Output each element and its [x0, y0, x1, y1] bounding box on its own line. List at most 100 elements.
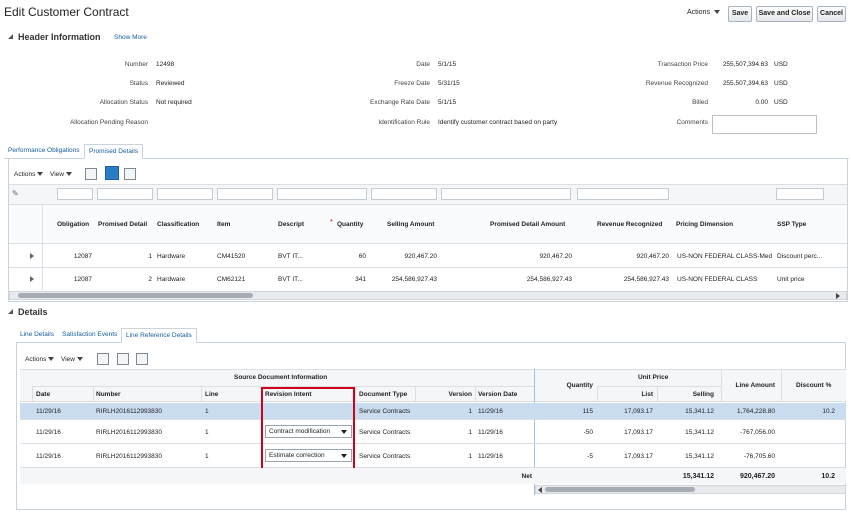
promised-view-menu[interactable]: View — [50, 171, 72, 178]
cancel-button[interactable]: Cancel — [817, 6, 846, 22]
cell-version: 1 — [468, 429, 472, 436]
col-description[interactable]: Descript — [278, 221, 304, 228]
scroll-right-icon[interactable] — [836, 293, 840, 299]
cell-description: BVT IT... — [278, 276, 303, 283]
cell-date: 11/29/16 — [36, 408, 61, 415]
query-by-example-icon[interactable] — [117, 353, 129, 365]
number-label: Number — [124, 61, 148, 68]
col-promised-detail[interactable]: Promised Detail — [98, 221, 147, 228]
cell-date: 11/29/16 — [36, 453, 61, 460]
col-ssp-type[interactable]: SSP Type — [777, 221, 806, 228]
freeze-icon[interactable] — [97, 353, 109, 365]
filter-item[interactable] — [217, 188, 273, 200]
col-list[interactable]: List — [599, 391, 653, 398]
filter-classification[interactable] — [157, 188, 213, 200]
col-revenue-recognized[interactable]: Revenue Recognized — [597, 221, 662, 228]
col-discount[interactable]: Discount % — [796, 382, 846, 389]
net-selling: 15,341.12 — [682, 473, 714, 480]
header-section-title: Header Information — [18, 32, 101, 42]
exchange-rate-date-label: Exchange Rate Date — [370, 99, 430, 106]
filter-promised-detail-amount[interactable] — [441, 188, 571, 200]
cell-promised-detail-amount: 254,586,927.43 — [526, 276, 572, 283]
chevron-down-icon — [713, 10, 720, 15]
col-item[interactable]: Item — [217, 221, 230, 228]
details-collapse-icon[interactable] — [8, 309, 13, 314]
col-version[interactable]: Version — [417, 391, 472, 398]
source-document-group-header: Source Document Information — [234, 374, 328, 381]
status-value: Reviewed — [156, 80, 185, 87]
required-asterisk: * — [330, 219, 333, 226]
cell-version: 1 — [468, 408, 472, 415]
cell-line-amount: 1,764,228.80 — [737, 408, 775, 415]
col-line[interactable]: Line — [205, 391, 218, 398]
col-line-amount[interactable]: Line Amount — [723, 382, 775, 389]
chevron-down-icon — [37, 172, 44, 177]
net-line-amount: 920,467.20 — [739, 473, 775, 480]
save-and-close-button[interactable]: Save and Close — [756, 6, 813, 22]
detach-icon[interactable] — [124, 168, 136, 180]
expand-row-icon[interactable] — [30, 253, 34, 259]
expand-row-icon[interactable] — [30, 276, 34, 282]
filter-ssp-type[interactable] — [776, 188, 824, 200]
tab-promised-details[interactable]: Promised Details — [84, 144, 144, 159]
col-version-date[interactable]: Version Date — [478, 391, 517, 398]
col-quantity[interactable]: Quantity — [536, 382, 593, 389]
unit-price-group-header: Unit Price — [638, 374, 669, 381]
show-more-link[interactable]: Show More — [114, 34, 147, 41]
cell-version-date: 11/29/16 — [478, 429, 503, 436]
col-promised-detail-amount[interactable]: Promised Detail Amount — [490, 221, 565, 228]
collapse-icon[interactable] — [8, 34, 13, 39]
filter-selling-amount[interactable] — [371, 188, 437, 200]
details-view-label: View — [61, 356, 75, 363]
details-scroll-thumb[interactable] — [545, 487, 695, 492]
col-number[interactable]: Number — [96, 391, 121, 398]
page-title: Edit Customer Contract — [4, 5, 129, 19]
query-by-example-icon[interactable] — [105, 166, 119, 180]
promised-actions-menu[interactable]: Actions — [14, 171, 44, 178]
revenue-recognized-label: Revenue Recognized — [645, 80, 708, 87]
details-actions-menu[interactable]: Actions — [25, 356, 55, 363]
tab-satisfaction-events[interactable]: Satisfaction Events — [58, 328, 121, 343]
col-date[interactable]: Date — [36, 391, 50, 398]
col-divider — [781, 369, 782, 402]
filter-promised-detail[interactable] — [97, 188, 153, 200]
tab-line-details[interactable]: Line Details — [16, 328, 58, 343]
col-document-type[interactable]: Document Type — [359, 391, 407, 398]
col-classification[interactable]: Classification — [157, 221, 199, 228]
filter-obligation[interactable] — [57, 188, 93, 200]
billed-value: 0.00 — [755, 99, 768, 106]
promised-scroll-thumb[interactable] — [18, 293, 253, 298]
col-selling[interactable]: Selling — [659, 391, 714, 398]
cell-document-type: Service Contracts — [359, 408, 411, 415]
exchange-rate-date-value: 5/1/15 — [438, 99, 457, 106]
col-selling-amount[interactable]: Selling Amount — [387, 221, 434, 228]
tab-performance-obligations[interactable]: Performance Obligations — [4, 144, 84, 159]
net-label: Net — [521, 473, 532, 480]
net-discount: 10.2 — [821, 473, 835, 480]
comments-field[interactable] — [712, 115, 817, 134]
cell-date: 11/29/16 — [36, 429, 61, 436]
cell-quantity: 115 — [582, 408, 593, 415]
transaction-price-currency: USD — [774, 61, 788, 68]
cell-selling: 15,341.12 — [685, 429, 714, 436]
cell-line-amount: -76,705.60 — [743, 453, 775, 460]
filter-revenue-recognized[interactable] — [577, 188, 669, 200]
col-divider — [201, 386, 202, 402]
col-obligation[interactable]: Obligation — [57, 221, 89, 228]
filter-description[interactable] — [277, 188, 367, 200]
actions-menu[interactable]: Actions — [687, 9, 720, 16]
col-divider — [93, 386, 94, 402]
cell-item: CM41520 — [217, 253, 246, 260]
cell-discount: 10.2 — [822, 408, 835, 415]
col-pricing-dimension[interactable]: Pricing Dimension — [676, 221, 733, 228]
col-quantity[interactable]: Quantity — [337, 221, 363, 228]
scroll-left-icon[interactable] — [538, 487, 542, 493]
detach-icon[interactable] — [136, 353, 148, 365]
unit-price-divider — [597, 386, 721, 387]
tab-line-reference-details[interactable]: Line Reference Details — [121, 328, 197, 343]
details-view-menu[interactable]: View — [61, 356, 83, 363]
row-divider — [9, 267, 847, 268]
save-button[interactable]: Save — [728, 6, 752, 22]
freeze-icon[interactable] — [85, 168, 97, 180]
identification-rule-value: Identify customer contract based on part… — [438, 119, 558, 126]
